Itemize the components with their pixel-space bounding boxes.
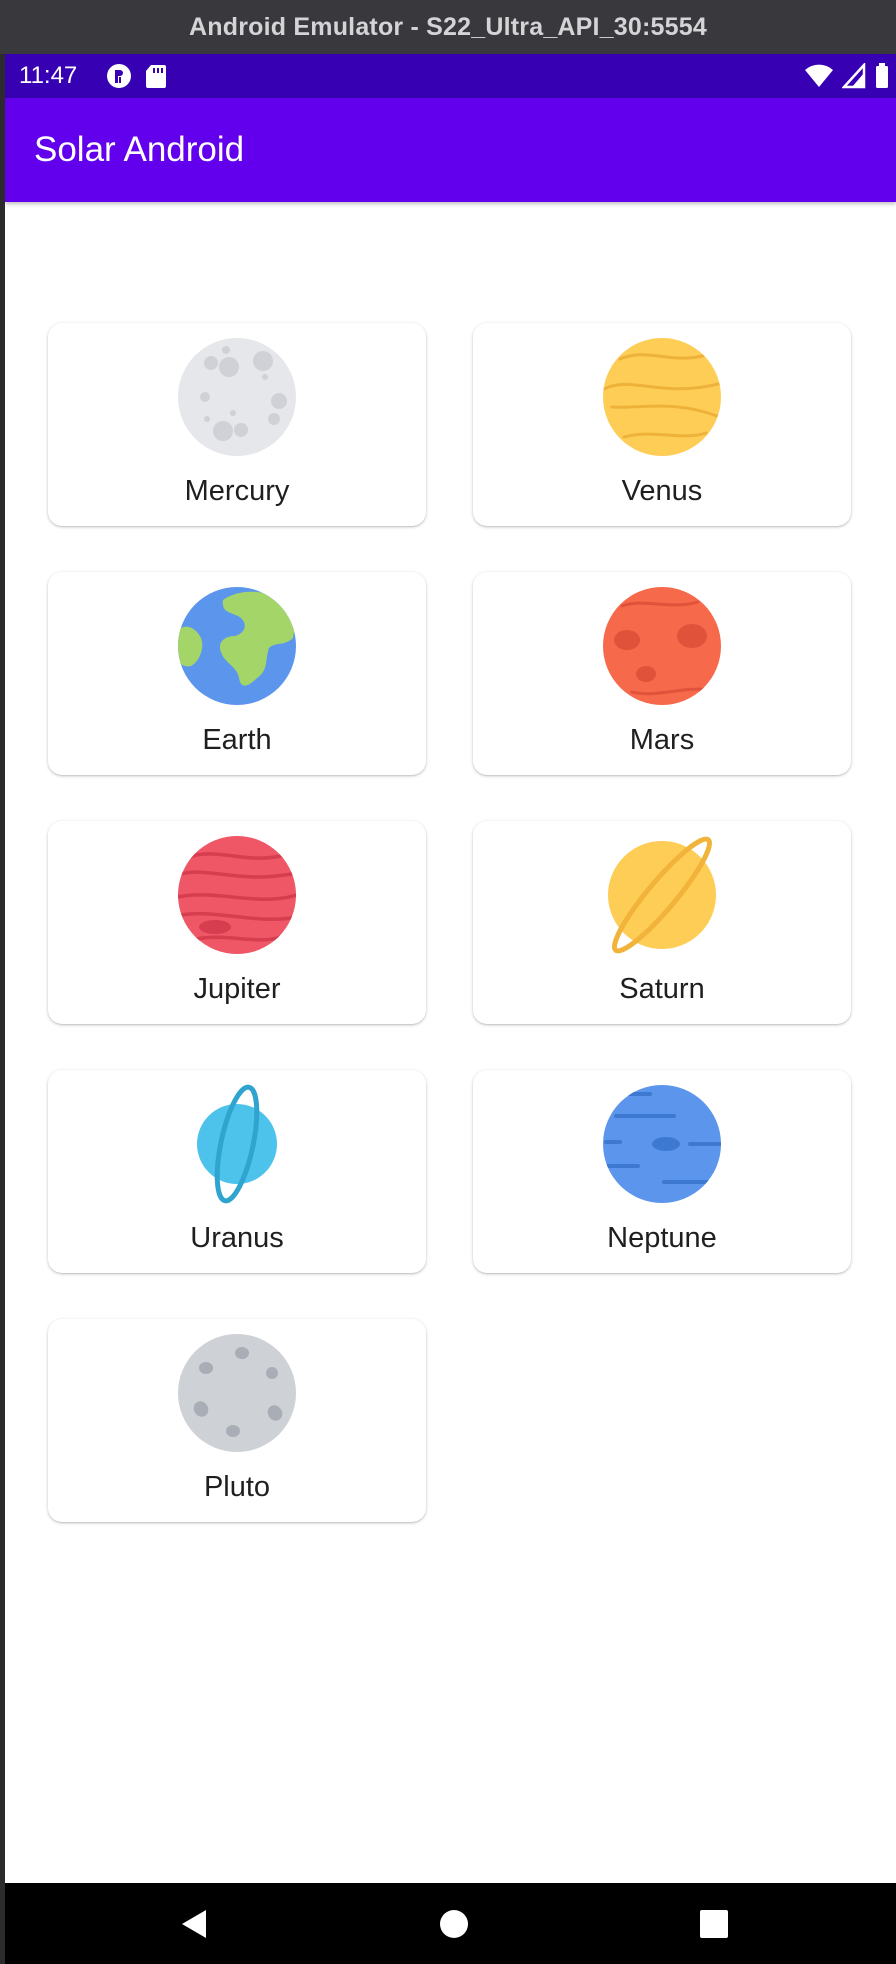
cell-signal-icon <box>841 61 866 94</box>
recents-button[interactable] <box>654 1883 774 1964</box>
home-icon <box>440 1909 468 1938</box>
back-icon <box>182 1909 206 1938</box>
device-screen: 11:47 Solar Android Mercury Venus Earth … <box>5 54 896 1964</box>
planet-name: Mars <box>629 724 695 756</box>
planet-name: Mercury <box>184 475 290 507</box>
saturn-icon <box>608 836 716 954</box>
planet-card-venus[interactable]: Venus <box>473 323 851 526</box>
planet-name: Neptune <box>607 1222 717 1254</box>
venus-icon <box>603 338 721 456</box>
planet-name: Pluto <box>203 1471 271 1503</box>
back-button[interactable] <box>135 1883 255 1964</box>
planet-name: Saturn <box>619 973 705 1005</box>
planet-card-saturn[interactable]: Saturn <box>473 821 851 1024</box>
home-button[interactable] <box>394 1883 514 1964</box>
mercury-icon <box>178 338 296 456</box>
recents-icon <box>700 1909 728 1938</box>
planet-name: Venus <box>621 475 703 507</box>
profile-icon <box>105 62 133 95</box>
wifi-icon <box>804 63 834 94</box>
pluto-icon <box>178 1334 296 1452</box>
planet-card-neptune[interactable]: Neptune <box>473 1070 851 1273</box>
planet-card-mars[interactable]: Mars <box>473 572 851 775</box>
navigation-bar <box>5 1883 896 1964</box>
uranus-icon <box>197 1084 277 1204</box>
planet-name: Earth <box>202 724 272 756</box>
sd-card-icon <box>145 62 167 95</box>
planet-card-earth[interactable]: Earth <box>48 572 426 775</box>
planet-card-uranus[interactable]: Uranus <box>48 1070 426 1273</box>
planet-name: Jupiter <box>193 973 281 1005</box>
app-title: Solar Android <box>34 130 245 169</box>
planet-card-mercury[interactable]: Mercury <box>48 323 426 526</box>
app-bar: Solar Android <box>5 98 896 202</box>
planet-card-pluto[interactable]: Pluto <box>48 1319 426 1522</box>
planet-card-jupiter[interactable]: Jupiter <box>48 821 426 1024</box>
status-bar: 11:47 <box>5 54 896 98</box>
jupiter-icon <box>178 836 296 954</box>
planet-name: Uranus <box>190 1222 284 1254</box>
neptune-icon <box>603 1085 721 1203</box>
emulator-window-title: Android Emulator - S22_Ultra_API_30:5554 <box>0 0 896 54</box>
status-time: 11:47 <box>19 62 78 89</box>
battery-icon <box>874 62 890 95</box>
earth-icon <box>178 587 296 705</box>
mars-icon <box>603 587 721 705</box>
